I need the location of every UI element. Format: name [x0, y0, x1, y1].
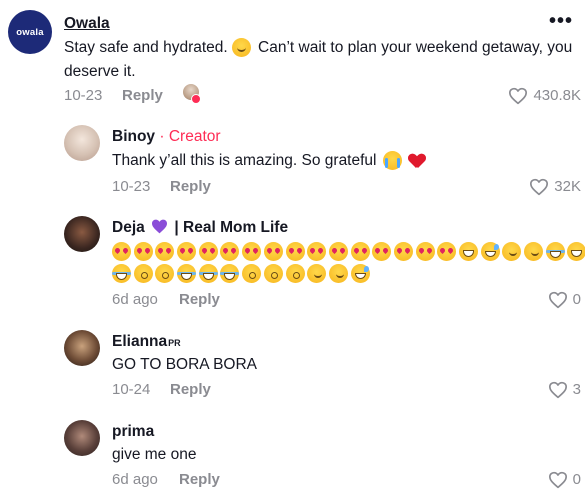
comment-date: 10-23	[112, 178, 151, 195]
heart-eyes-emoji-icon	[307, 242, 327, 261]
grinning-emoji-icon	[459, 242, 478, 261]
smirk-emoji-icon	[328, 264, 348, 283]
heart-eyes-emoji-icon	[198, 242, 218, 261]
heart-eyes-emoji-icon	[220, 242, 240, 261]
heart-outline-icon	[530, 178, 549, 196]
reply-button[interactable]: Reply	[170, 380, 211, 400]
heart-outline-icon	[548, 381, 567, 399]
comment-text: Stay safe and hydrated. Can’t wait to pl…	[64, 38, 573, 80]
heart-eyes-emoji-icon	[415, 242, 435, 261]
laughing-emoji-icon	[177, 264, 197, 283]
like-count: 3	[572, 381, 581, 398]
laughing-emoji-icon	[112, 264, 131, 283]
heart-eyes-emoji-icon	[177, 242, 197, 261]
prima-avatar[interactable]	[64, 420, 100, 456]
heart-eyes-emoji-icon	[372, 242, 392, 261]
comment-owala: owala Owala ••• Stay safe and hydrated. …	[0, 0, 585, 115]
surprised-emoji-icon	[285, 264, 305, 283]
laughing-emoji-icon	[220, 264, 240, 283]
laughing-emoji-icon	[545, 242, 565, 261]
heart-eyes-emoji-icon	[437, 242, 457, 261]
comment-text: give me one	[112, 446, 197, 463]
comment-author[interactable]: prima	[112, 422, 154, 442]
sweat-smile-emoji-icon	[350, 264, 370, 283]
deja-avatar[interactable]	[64, 216, 100, 252]
smirk-emoji-icon	[307, 264, 327, 283]
smiling-emoji-icon	[232, 38, 252, 58]
like-button[interactable]: 3	[548, 380, 581, 400]
heart-eyes-emoji-icon	[155, 242, 175, 261]
sweat-smile-emoji-icon	[480, 242, 500, 261]
reply-button[interactable]: Reply	[170, 177, 211, 197]
like-count: 32K	[554, 178, 581, 195]
comment-deja: Deja | Real Mom Life 6d ago Reply 0	[0, 200, 585, 312]
red-heart-emoji-icon	[409, 154, 425, 168]
flag-tag: PR	[168, 338, 181, 348]
comment-elianna: EliannaPR GO TO BORA BORA 10-24 Reply 3	[0, 312, 585, 407]
heart-eyes-emoji-icon	[393, 242, 413, 261]
comment-text: GO TO BORA BORA	[112, 356, 257, 373]
heart-eyes-emoji-icon	[242, 242, 262, 261]
comment-date: 10-23	[64, 87, 103, 104]
heart-eyes-emoji-icon	[133, 242, 153, 261]
reply-button[interactable]: Reply	[179, 470, 220, 490]
comment-date: 6d ago	[112, 471, 158, 488]
comment-author[interactable]: Deja | Real Mom Life	[112, 218, 288, 238]
reply-button[interactable]: Reply	[122, 86, 163, 106]
laughing-emoji-icon	[198, 264, 218, 283]
grimacing-emoji-icon	[567, 242, 585, 261]
heart-outline-icon	[509, 87, 528, 105]
comment-date: 10-24	[112, 381, 151, 398]
purple-heart-emoji-icon	[151, 219, 168, 234]
comment-prima: prima give me one 6d ago Reply 0	[0, 407, 585, 498]
heart-outline-icon	[548, 291, 567, 309]
reply-button[interactable]: Reply	[179, 290, 220, 310]
more-dots-icon[interactable]: •••	[549, 11, 573, 31]
surprised-emoji-icon	[242, 264, 262, 283]
surprised-emoji-icon	[263, 264, 283, 283]
comment-author[interactable]: EliannaPR	[112, 332, 181, 353]
smirk-emoji-icon	[524, 242, 544, 261]
heart-eyes-emoji-icon	[350, 242, 370, 261]
like-button[interactable]: 0	[548, 290, 581, 310]
comment-author[interactable]: Binoy · Creator	[112, 127, 221, 147]
like-count: 430.8K	[533, 87, 581, 104]
like-count: 0	[572, 291, 581, 308]
surprised-emoji-icon	[133, 264, 153, 283]
binoy-avatar[interactable]	[64, 125, 100, 161]
heart-eyes-emoji-icon	[112, 242, 131, 261]
creator-badge: · Creator	[159, 128, 221, 145]
heart-outline-icon	[548, 471, 567, 489]
heart-eyes-emoji-icon	[328, 242, 348, 261]
heart-eyes-emoji-icon	[263, 242, 283, 261]
like-button[interactable]: 0	[548, 470, 581, 490]
like-count: 0	[572, 471, 581, 488]
comment-text: Thank y’all this is amazing. So grateful	[112, 149, 572, 173]
heart-eyes-emoji-icon	[285, 242, 305, 261]
emoji-row-1	[112, 242, 585, 261]
elianna-avatar[interactable]	[64, 330, 100, 366]
emoji-row-2	[112, 264, 582, 283]
owala-avatar-label: owala	[16, 26, 44, 38]
comment-date: 6d ago	[112, 291, 158, 308]
like-button[interactable]: 32K	[529, 177, 581, 197]
crying-emoji-icon	[382, 151, 402, 171]
comment-binoy: Binoy · Creator Thank y’all this is amaz…	[0, 115, 585, 200]
creator-liked-avatar-icon	[183, 84, 201, 104]
owala-avatar[interactable]: owala	[8, 10, 52, 54]
smirk-emoji-icon	[502, 242, 522, 261]
surprised-emoji-icon	[155, 264, 175, 283]
like-button[interactable]: 430.8K	[508, 86, 581, 106]
comment-author[interactable]: Owala	[64, 14, 110, 34]
